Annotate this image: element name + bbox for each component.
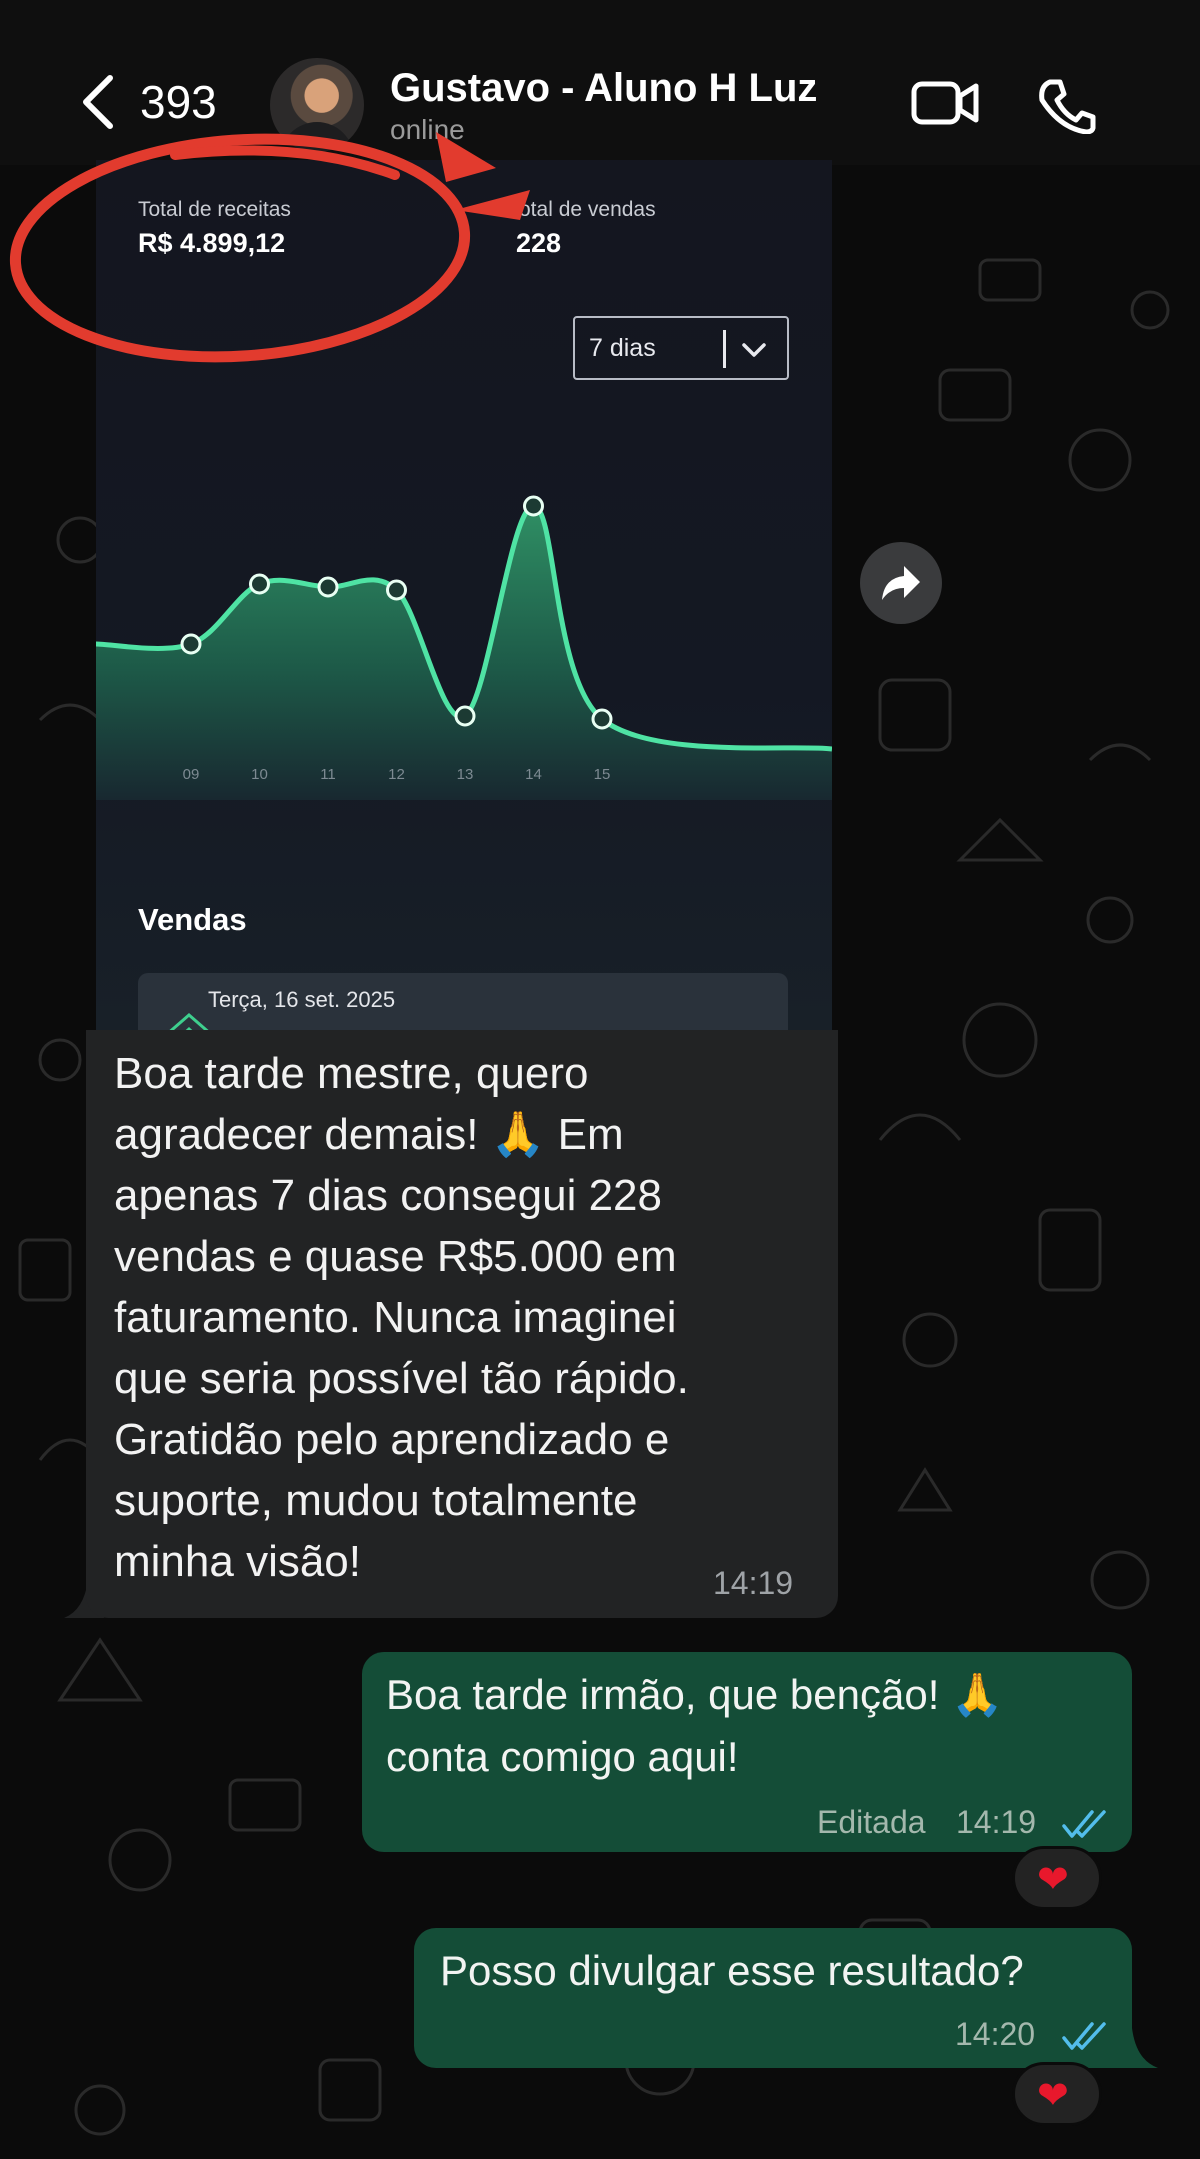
read-receipt-icon — [1062, 1810, 1106, 1838]
edited-label: Editada — [817, 1804, 926, 1840]
chart-point — [317, 576, 339, 598]
chart-point — [523, 495, 544, 517]
sale-icon — [169, 1013, 209, 1030]
chart-x-tick-label: 15 — [594, 766, 611, 783]
contact-name[interactable]: Gustavo - Aluno H Luz — [390, 66, 817, 111]
heart-reaction[interactable]: ❤ — [1012, 2062, 1102, 2126]
unread-count[interactable]: 393 — [140, 75, 217, 129]
vendas-section-title: Vendas — [138, 902, 247, 937]
outgoing-message-text: Posso divulgar esse resultado? — [440, 1947, 1024, 1994]
forward-icon — [882, 566, 920, 600]
chart-area-fill — [96, 505, 832, 800]
chart-x-tick-label: 12 — [388, 766, 405, 783]
outgoing-message-time: 14:19 — [956, 1804, 1037, 1840]
chat-header: 393 Gustavo - Aluno H Luz online — [0, 0, 1200, 165]
period-divider — [723, 330, 726, 368]
chart-x-tick-label: 11 — [320, 766, 336, 783]
chat-screen: 393 Gustavo - Aluno H Luz online Total d… — [0, 0, 1200, 2159]
shared-screenshot[interactable]: Total de receitas R$ 4.899,12 otal de ve… — [96, 160, 832, 1030]
outgoing-bubble-tail — [1120, 2028, 1158, 2068]
total-vendas-label: otal de vendas — [519, 198, 656, 221]
back-chevron-icon[interactable] — [78, 72, 118, 132]
total-receitas-value: R$ 4.899,12 — [138, 228, 286, 258]
outgoing-message-time: 14:20 — [955, 2016, 1036, 2052]
incoming-message-time: 14:19 — [713, 1565, 794, 1601]
chart-x-tick-label: 09 — [183, 766, 200, 783]
chart-x-tick-label: 13 — [457, 766, 474, 783]
sale-date: Terça, 16 set. 2025 — [208, 987, 396, 1012]
chart-x-tick-label: 14 — [525, 766, 542, 783]
chart-x-tick-label: 10 — [251, 766, 268, 783]
heart-reaction[interactable]: ❤ — [1012, 1846, 1102, 1910]
chart-point — [249, 573, 270, 595]
read-receipt-icon — [1062, 2022, 1106, 2050]
contact-status: online — [390, 114, 465, 145]
chart-point — [180, 633, 202, 655]
heart-reaction-emoji: ❤ — [1037, 2075, 1069, 2117]
avatar[interactable] — [270, 58, 364, 152]
chart-point — [591, 708, 613, 730]
chart-point — [454, 705, 476, 727]
total-receitas-label: Total de receitas — [138, 198, 291, 221]
outgoing-message-text: Boa tarde irmão, que benção! 🙏 conta com… — [386, 1671, 1004, 1780]
chart-point — [386, 579, 407, 601]
incoming-message-text: Boa tarde mestre, quero agradecer demais… — [114, 1049, 689, 1586]
phone-icon[interactable] — [1036, 78, 1096, 134]
forward-button[interactable] — [860, 542, 942, 624]
total-vendas-value: 228 — [516, 228, 562, 258]
video-call-icon[interactable] — [910, 78, 980, 128]
period-label: 7 dias — [589, 334, 656, 362]
chevron-down-icon — [742, 343, 766, 357]
period-selector[interactable]: 7 dias — [573, 316, 789, 380]
heart-reaction-emoji: ❤ — [1037, 1859, 1069, 1901]
